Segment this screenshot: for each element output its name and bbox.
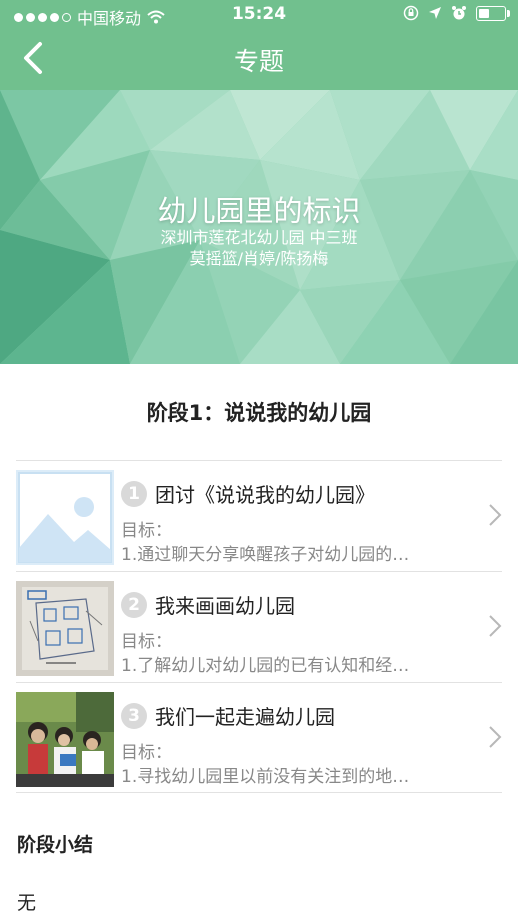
activity-title: 我们一起走遍幼儿园 <box>155 705 335 729</box>
children-photo <box>16 692 114 787</box>
teachers-label: 莫摇篮/肖婷/陈扬梅 <box>189 249 329 268</box>
activity-item-2[interactable]: 2 我来画画幼儿园 目标： 1.了解幼儿对幼儿园的已有认知和经… <box>16 572 502 682</box>
activity-number-badge: 3 <box>121 703 147 729</box>
nav-bar: 专题 <box>0 28 518 90</box>
chevron-right-icon <box>489 504 502 526</box>
goal-label: 目标： <box>121 521 172 541</box>
drawing-photo <box>16 581 114 676</box>
goal-text: 1.通过聊天分享唤醒孩子对幼儿园的… <box>121 545 410 565</box>
activity-title: 团讨《说说我的幼儿园》 <box>155 483 375 507</box>
app-header: 中国移动 15:24 专题 <box>0 0 518 90</box>
page-title: 专题 <box>233 47 284 76</box>
goal-text: 1.寻找幼儿园里以前没有关注到的地… <box>121 767 410 787</box>
goal-text: 1.了解幼儿对幼儿园的已有认知和经… <box>121 656 410 676</box>
activity-number-badge: 1 <box>121 481 147 507</box>
goal-label: 目标： <box>121 632 172 652</box>
divider <box>16 792 502 793</box>
school-class-label: 深圳市莲花北幼儿园 中三班 <box>160 228 358 247</box>
activity-title: 我来画画幼儿园 <box>155 594 295 618</box>
chevron-right-icon <box>489 615 502 637</box>
activity-item-3[interactable]: 3 我们一起走遍幼儿园 目标： 1.寻找幼儿园里以前没有关注到的地… <box>16 683 502 793</box>
activity-number-badge: 2 <box>121 592 147 618</box>
summary-text: 无 <box>17 892 37 914</box>
battery-icon <box>476 5 510 21</box>
alarm-icon <box>452 6 466 20</box>
rotation-lock-icon <box>403 5 419 21</box>
topic-banner: 幼儿园里的标识 深圳市莲花北幼儿园 中三班 莫摇篮/肖婷/陈扬梅 <box>0 90 518 364</box>
status-bar: 中国移动 15:24 <box>0 0 518 28</box>
location-arrow-icon <box>429 7 441 19</box>
topic-title: 幼儿园里的标识 <box>157 194 361 228</box>
activity-item-1[interactable]: 1 团讨《说说我的幼儿园》 目标： 1.通过聊天分享唤醒孩子对幼儿园的… <box>16 461 502 571</box>
stage-title: 阶段1：说说我的幼儿园 <box>146 401 372 425</box>
chevron-right-icon <box>489 726 502 748</box>
goal-label: 目标： <box>121 743 172 763</box>
placeholder-image-icon <box>16 470 114 565</box>
summary-title: 阶段小结 <box>17 834 94 856</box>
